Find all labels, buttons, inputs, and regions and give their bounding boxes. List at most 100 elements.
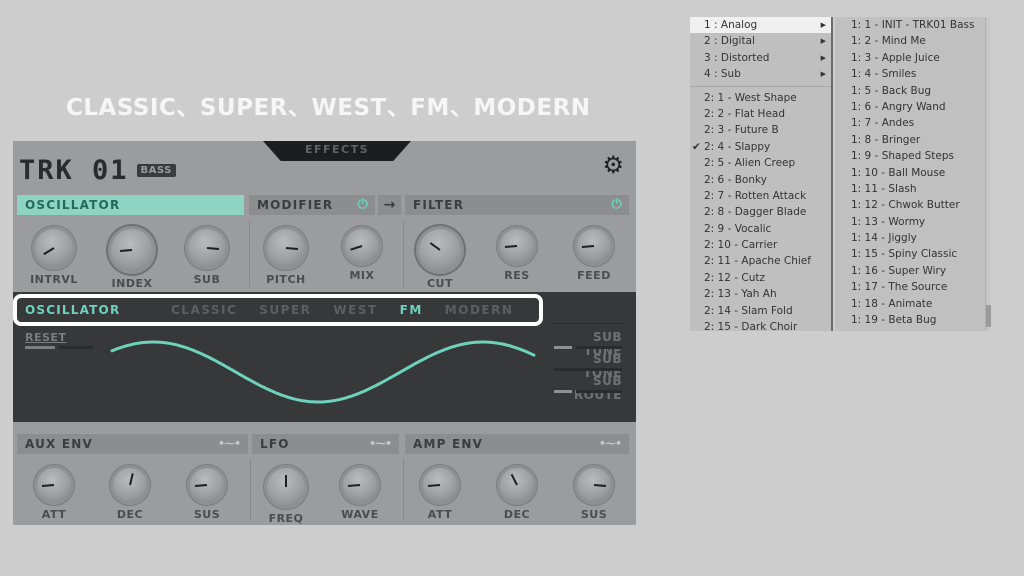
knob-dial[interactable]: [267, 468, 305, 506]
knob-dial[interactable]: [111, 229, 153, 271]
preset-item[interactable]: 1: 2 - Mind Me: [835, 33, 987, 49]
tab-classic[interactable]: CLASSIC: [171, 303, 237, 317]
preset-item[interactable]: 2: 10 - Carrier: [690, 237, 831, 253]
knob-mix[interactable]: MIX: [333, 229, 391, 282]
preset-item[interactable]: 1: 14 - Jiggly: [835, 230, 987, 246]
preset-item[interactable]: 1: 15 - Spiny Classic: [835, 246, 987, 262]
preset-item[interactable]: 1: 4 - Smiles: [835, 66, 987, 82]
knob-dial[interactable]: [500, 468, 534, 502]
knob-dial[interactable]: [267, 229, 305, 267]
lfo-header[interactable]: LFO •⁓•: [252, 434, 399, 454]
preset-item[interactable]: 2: 9 - Vocalic: [690, 221, 831, 237]
preset-item[interactable]: 1: 19 - Beta Bug: [835, 312, 987, 328]
preset-item[interactable]: 1: 16 - Super Wiry: [835, 263, 987, 279]
menu-category-item[interactable]: 2 : Digital ▶: [690, 33, 831, 49]
preset-item[interactable]: 1: 5 - Back Bug: [835, 83, 987, 99]
knob-cut[interactable]: CUT: [411, 229, 469, 290]
preset-item[interactable]: 2: 14 - Slam Fold: [690, 303, 831, 319]
menu-category-item[interactable]: 3 : Distorted ▶: [690, 50, 831, 66]
knob-sus[interactable]: SUS: [178, 468, 236, 521]
envelope-curve-icon[interactable]: •⁓•: [218, 434, 241, 454]
knob-res[interactable]: RES: [488, 229, 546, 282]
knob-dial[interactable]: [423, 468, 457, 502]
divider: [249, 221, 250, 287]
knob-dial[interactable]: [343, 468, 377, 502]
modifier-header[interactable]: MODIFIER ⏻: [249, 195, 375, 215]
effects-tab[interactable]: EFFECTS: [263, 141, 411, 161]
filter-header[interactable]: FILTER ⏻: [405, 195, 629, 215]
oscillator-header[interactable]: OSCILLATOR: [17, 195, 244, 215]
preset-item[interactable]: 2: 5 - Alien Creep: [690, 155, 831, 171]
tab-modern[interactable]: MODERN: [445, 303, 514, 317]
knob-sub[interactable]: SUB: [178, 229, 236, 286]
knob-dial[interactable]: [190, 468, 224, 502]
knob-att[interactable]: ATT: [411, 468, 469, 521]
preset-item[interactable]: 1: 11 - Slash: [835, 181, 987, 197]
preset-item[interactable]: 1: 10 - Ball Mouse: [835, 165, 987, 181]
sub-route-slider[interactable]: [554, 390, 572, 393]
knob-dial[interactable]: [188, 229, 226, 267]
knob-att[interactable]: ATT: [25, 468, 83, 521]
knob-wave[interactable]: WAVE: [331, 468, 389, 521]
tab-fm[interactable]: FM: [400, 303, 423, 317]
preset-item[interactable]: 1: 6 - Angry Wand: [835, 99, 987, 115]
knob-index[interactable]: INDEX: [103, 229, 161, 290]
knob-freq[interactable]: FREQ: [257, 468, 315, 525]
preset-item[interactable]: 1: 8 - Bringer: [835, 132, 987, 148]
knob-dial[interactable]: [345, 229, 379, 263]
knob-pointer: [43, 247, 55, 256]
reset-slider[interactable]: [25, 346, 55, 349]
modifier-power-icon[interactable]: ⏻: [358, 195, 369, 215]
knob-dial[interactable]: [577, 229, 611, 263]
lfo-curve-icon[interactable]: •⁓•: [369, 434, 392, 454]
sub-tone-slider[interactable]: [554, 368, 622, 371]
knob-dial[interactable]: [419, 229, 461, 271]
preset-item[interactable]: 2: 12 - Cutz: [690, 270, 831, 286]
preset-item[interactable]: ✔ 2: 4 - Slappy: [690, 139, 831, 155]
sub-tune-slider[interactable]: [554, 346, 572, 349]
menu-category-item[interactable]: 1 : Analog ▶: [690, 17, 831, 34]
knob-dial[interactable]: [113, 468, 147, 502]
preset-item[interactable]: 2: 13 - Yah Ah: [690, 286, 831, 302]
preset-item[interactable]: 1: 7 - Andes: [835, 115, 987, 131]
preset-item[interactable]: 2: 1 - West Shape: [690, 90, 831, 106]
gear-icon[interactable]: ⚙: [602, 153, 624, 177]
submenu-scrollbar-thumb[interactable]: [986, 305, 991, 327]
preset-item[interactable]: 1: 9 - Shaped Steps: [835, 148, 987, 164]
menu-item-label: 1: 7 - Andes: [851, 117, 915, 130]
tab-super[interactable]: SUPER: [259, 303, 311, 317]
amp-env-header[interactable]: AMP ENV •⁓•: [405, 434, 629, 454]
knob-dial[interactable]: [500, 229, 534, 263]
reset-button[interactable]: RESET: [25, 331, 66, 344]
preset-item[interactable]: 2: 8 - Dagger Blade: [690, 204, 831, 220]
preset-item[interactable]: 2: 3 - Future B: [690, 122, 831, 138]
preset-item[interactable]: 2: 6 - Bonky: [690, 172, 831, 188]
preset-item[interactable]: 1: 12 - Chwok Butter: [835, 197, 987, 213]
knob-dial[interactable]: [37, 468, 71, 502]
menu-item-label: 3 : Distorted: [704, 51, 770, 64]
filter-power-icon[interactable]: ⏻: [612, 195, 623, 215]
preset-item[interactable]: 1: 3 - Apple Juice: [835, 50, 987, 66]
knob-feed[interactable]: FEED: [565, 229, 623, 282]
tab-west[interactable]: WEST: [333, 303, 377, 317]
preset-item[interactable]: 2: 2 - Flat Head: [690, 106, 831, 122]
route-arrow-button[interactable]: →: [378, 195, 401, 215]
submenu-scrollbar[interactable]: [985, 17, 990, 331]
aux-env-header[interactable]: AUX ENV •⁓•: [17, 434, 248, 454]
knob-dec[interactable]: DEC: [101, 468, 159, 521]
preset-item[interactable]: 1: 17 - The Source: [835, 279, 987, 295]
preset-item[interactable]: 2: 11 - Apache Chief: [690, 253, 831, 269]
envelope-curve-icon[interactable]: •⁓•: [599, 434, 622, 454]
knob-dial[interactable]: [35, 229, 73, 267]
preset-item[interactable]: 1: 13 - Wormy: [835, 214, 987, 230]
preset-item[interactable]: 2: 7 - Rotten Attack: [690, 188, 831, 204]
knob-sus[interactable]: SUS: [565, 468, 623, 521]
preset-item[interactable]: 2: 15 - Dark Choir: [690, 319, 831, 331]
menu-category-item[interactable]: 4 : Sub ▶: [690, 66, 831, 82]
knob-dial[interactable]: [577, 468, 611, 502]
preset-item[interactable]: 1: 18 - Animate: [835, 296, 987, 312]
knob-intrvl[interactable]: INTRVL: [25, 229, 83, 286]
knob-pitch[interactable]: PITCH: [257, 229, 315, 286]
preset-item[interactable]: 1: 1 - INIT - TRK01 Bass: [835, 17, 987, 33]
knob-dec[interactable]: DEC: [488, 468, 546, 521]
